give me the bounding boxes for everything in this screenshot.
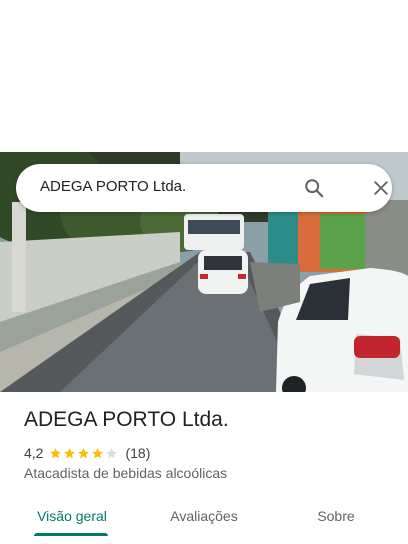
close-icon[interactable] — [369, 176, 393, 200]
review-count: (18) — [125, 445, 151, 461]
star-icon — [50, 447, 62, 458]
star-rating — [49, 447, 119, 460]
tab-overview[interactable]: Visão geral — [24, 496, 120, 536]
search-bar[interactable]: ADEGA PORTO Ltda. — [16, 164, 392, 212]
search-icon[interactable] — [302, 176, 326, 200]
star-icon — [64, 447, 76, 458]
rating-value: 4,2 — [24, 445, 44, 461]
place-title: ADEGA PORTO Ltda. — [24, 408, 229, 431]
star-icon — [92, 447, 104, 458]
tab-active-indicator — [34, 533, 108, 536]
tab-about[interactable]: Sobre — [300, 496, 372, 536]
search-input[interactable]: ADEGA PORTO Ltda. — [40, 178, 186, 195]
star-icon — [106, 447, 118, 458]
tab-reviews[interactable]: Avaliações — [156, 496, 252, 536]
star-icon — [78, 447, 90, 458]
rating-row[interactable]: 4,2 (18) — [24, 444, 150, 462]
tab-bar: Visão geral Avaliações Sobre — [0, 496, 408, 536]
place-category: Atacadista de bebidas alcoólicas — [24, 465, 228, 481]
